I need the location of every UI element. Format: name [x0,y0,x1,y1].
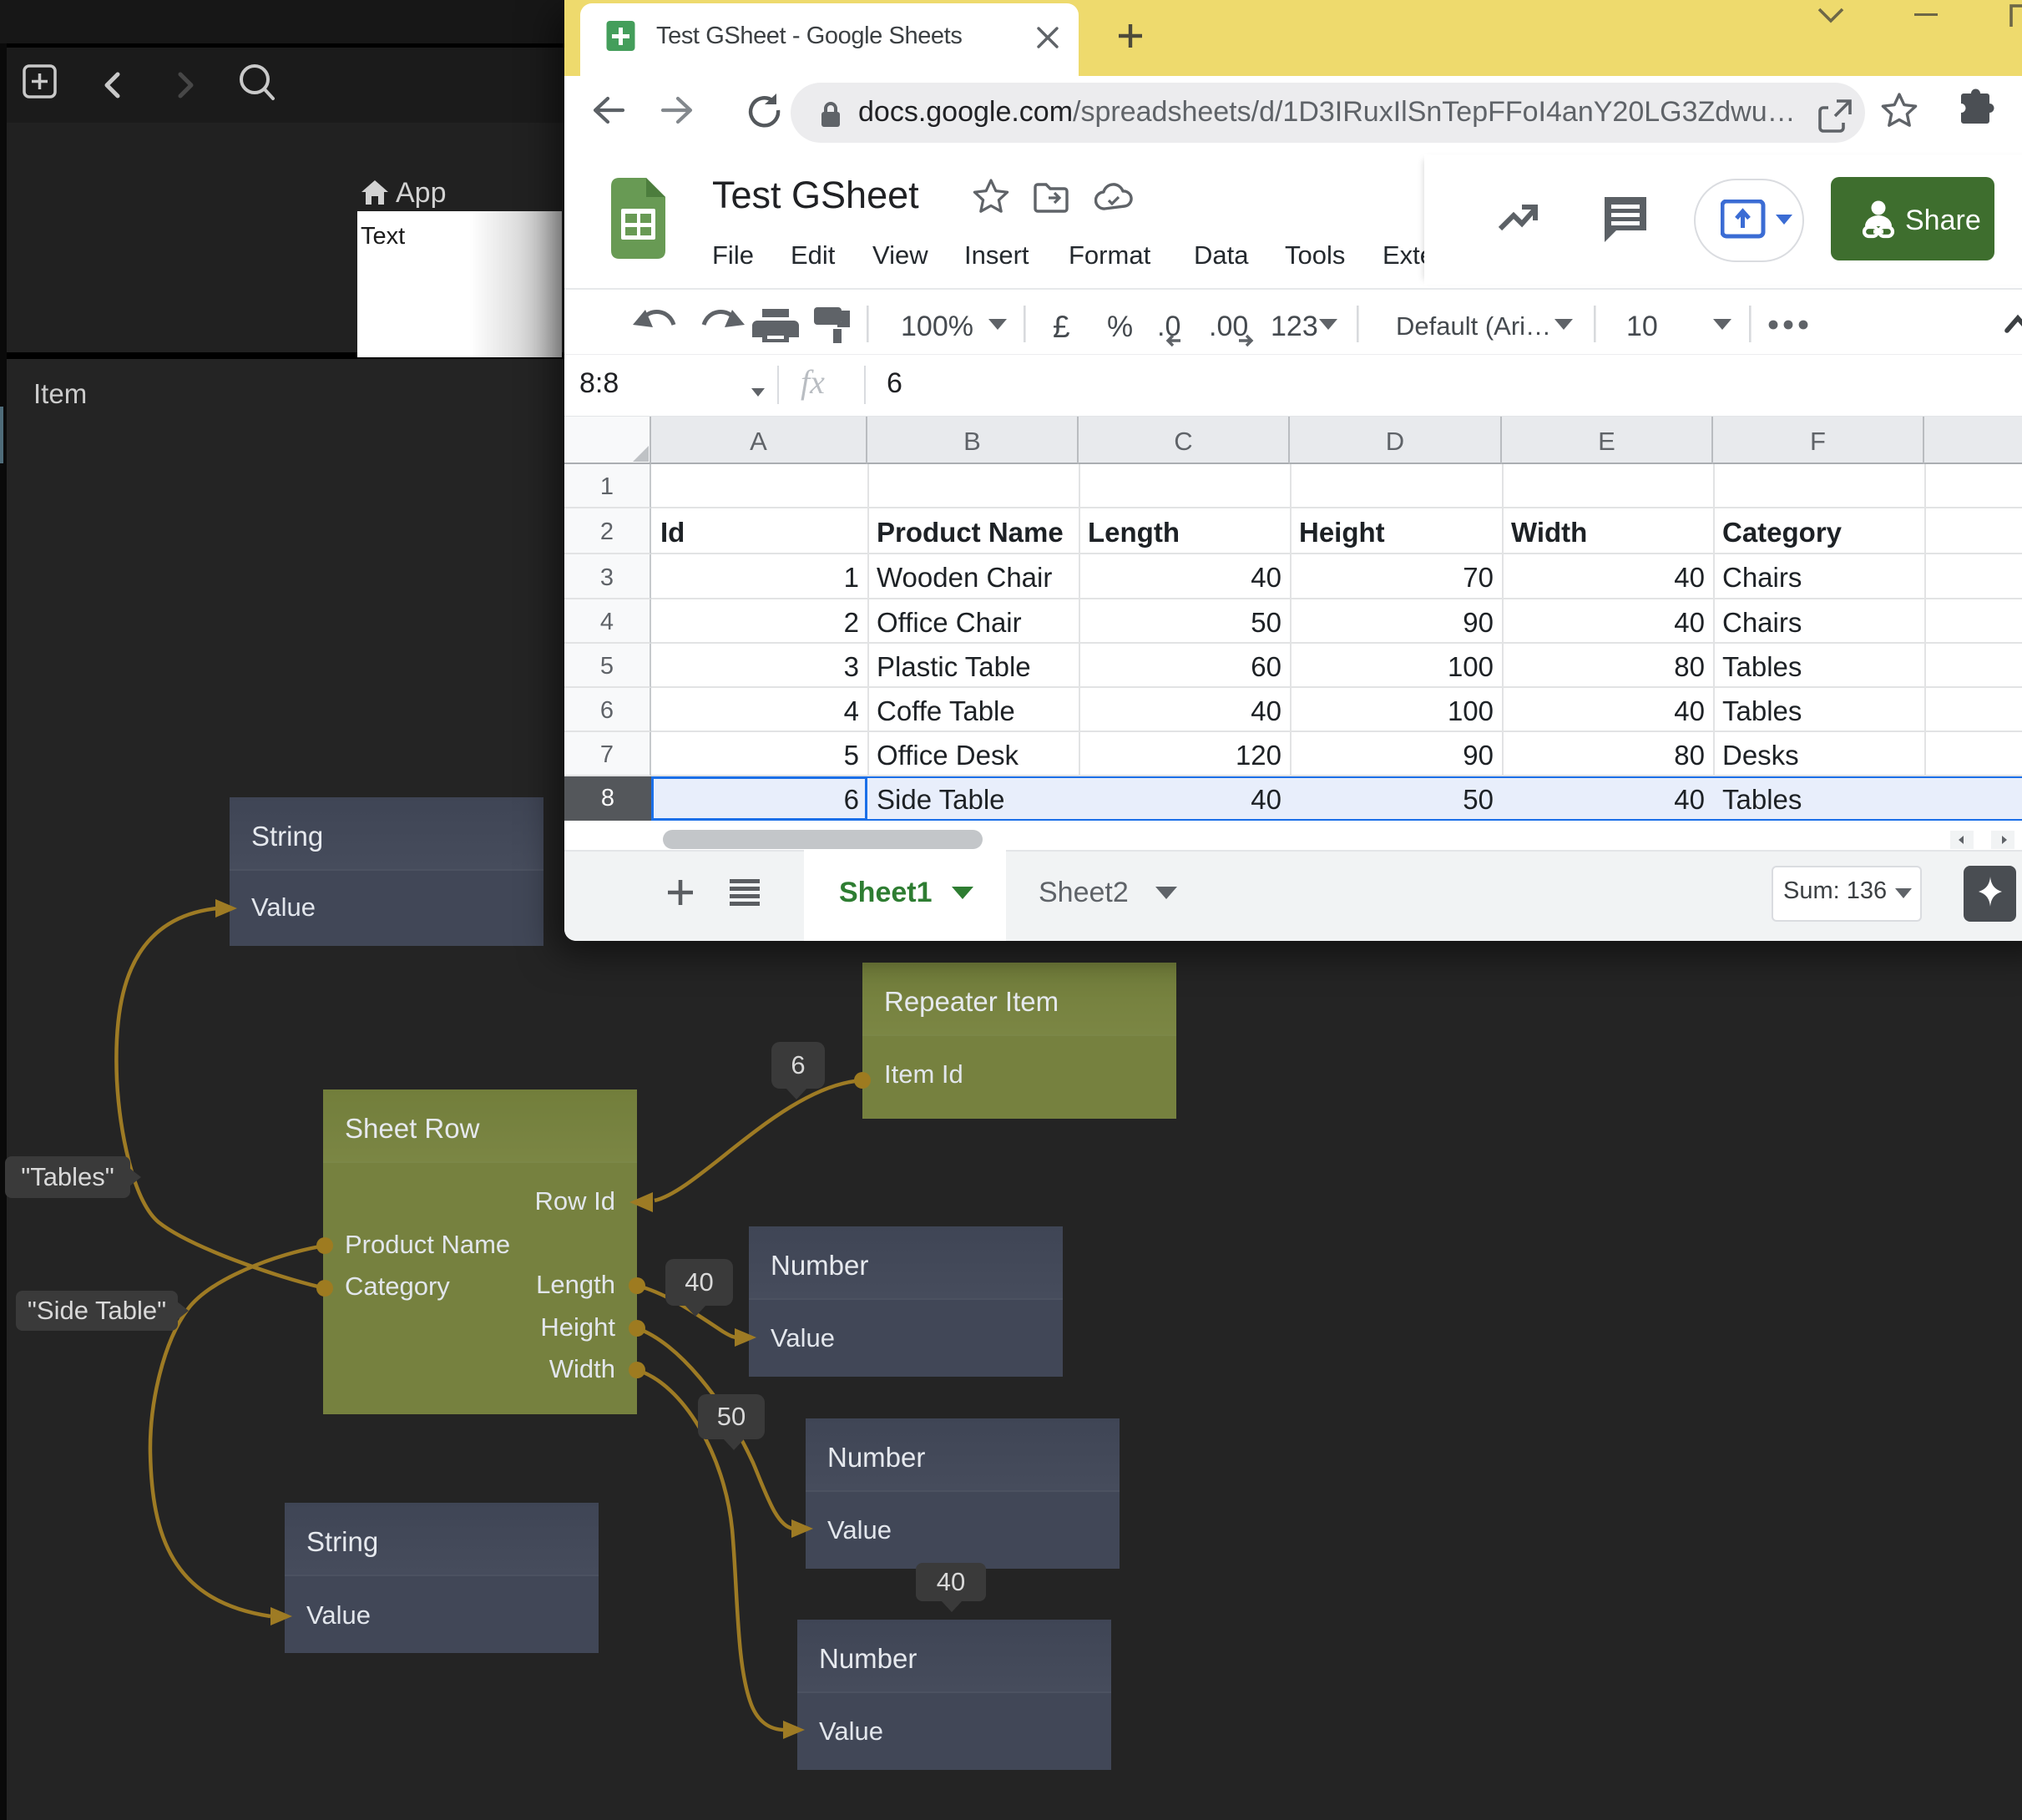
svg-text:%: % [1107,311,1133,343]
svg-text:.00: .00 [1209,311,1248,342]
svg-text:100%: 100% [901,311,973,342]
svg-text:123: 123 [1271,311,1318,342]
svg-text:Default (Ari…: Default (Ari… [1396,311,1551,341]
svg-text:.0: .0 [1157,311,1180,342]
svg-text:10: 10 [1626,311,1658,342]
svg-text:£: £ [1053,310,1070,344]
